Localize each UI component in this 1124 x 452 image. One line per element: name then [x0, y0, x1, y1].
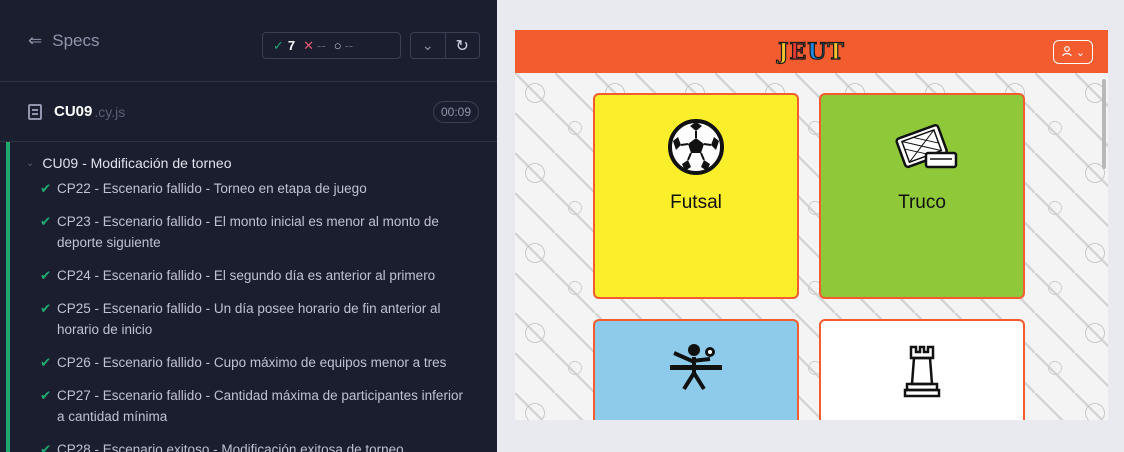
check-icon: ✔	[40, 442, 52, 452]
specs-label: Specs	[52, 30, 100, 50]
file-icon	[28, 103, 42, 120]
check-icon: ✔	[40, 355, 52, 370]
check-icon: ✔	[40, 301, 52, 316]
sport-card-truco[interactable]: Truco	[819, 93, 1025, 299]
sport-label: Futsal	[670, 192, 722, 213]
cypress-runner-panel: ⇐ Specs ✓ 7 ✕ -- ○ -- ⌄ ↻ CU09 .cy.js 00:09…	[0, 0, 497, 452]
chess-rook-icon	[902, 343, 942, 404]
sport-card-ping-pong[interactable]	[593, 319, 799, 420]
failed-count: ✕ --	[303, 37, 326, 53]
suite-title[interactable]: ⌄ CU09 - Modificación de torneo	[0, 148, 497, 178]
spec-file-row[interactable]: CU09 .cy.js 00:09	[0, 82, 497, 142]
arrow-left-icon: ⇐	[28, 30, 43, 50]
user-menu-button[interactable]: ⌄	[1053, 40, 1093, 64]
test-stats: ✓ 7 ✕ -- ○ --	[262, 32, 401, 59]
user-icon	[1061, 45, 1073, 60]
spec-name: CU09	[54, 103, 93, 120]
check-icon: ✔	[40, 214, 52, 229]
sports-grid: Futsal Truco	[515, 73, 1108, 420]
test-item[interactable]: ✔ CP25 - Escenario fallido - Un día posee…	[0, 298, 497, 340]
specs-back-link[interactable]: ⇐ Specs	[28, 31, 100, 51]
test-item[interactable]: ✔ CP23 - Escenario fallido - El monto ini…	[0, 211, 497, 253]
sport-card-chess[interactable]	[819, 319, 1025, 420]
chevron-down-icon: ⌄	[26, 157, 35, 169]
sport-card-futsal[interactable]: Futsal	[593, 93, 799, 299]
app-preview: JEUT ⌄ Futsal Truco	[515, 30, 1108, 420]
soccer-ball-icon	[666, 117, 726, 182]
app-header: JEUT ⌄	[515, 30, 1108, 73]
ping-pong-icon	[666, 343, 726, 398]
test-item[interactable]: ✔ CP22 - Escenario fallido - Torneo en et…	[0, 178, 497, 199]
rerun-icon[interactable]: ↻	[444, 33, 480, 58]
chevron-down-icon[interactable]: ⌄	[411, 33, 445, 58]
passed-count: ✓ 7	[273, 37, 296, 53]
pending-count: ○ --	[333, 38, 354, 53]
scrollbar[interactable]	[1102, 79, 1106, 169]
playing-cards-icon	[882, 117, 962, 182]
app-logo[interactable]: JEUT	[777, 38, 845, 65]
check-icon: ✔	[40, 388, 52, 403]
runner-header: ⇐ Specs ✓ 7 ✕ -- ○ -- ⌄ ↻	[0, 0, 497, 82]
sport-label: Truco	[898, 192, 946, 213]
spec-duration: 00:09	[432, 101, 479, 123]
spec-extension: .cy.js	[94, 103, 126, 120]
check-icon: ✔	[40, 268, 52, 283]
test-item[interactable]: ✔ CP24 - Escenario fallido - El segundo d…	[0, 265, 497, 286]
runner-controls: ⌄ ↻	[410, 32, 480, 59]
test-item[interactable]: ✔ CP28 - Escenario exitoso - Modificación…	[0, 439, 497, 452]
test-item[interactable]: ✔ CP27 - Escenario fallido - Cantidad máx…	[0, 385, 497, 427]
chevron-down-icon: ⌄	[1075, 46, 1086, 59]
test-item[interactable]: ✔ CP26 - Escenario fallido - Cupo máximo …	[0, 352, 497, 373]
test-list: ⌄ CU09 - Modificación de torneo ✔ CP22 - …	[0, 142, 497, 452]
check-icon: ✔	[40, 181, 52, 196]
